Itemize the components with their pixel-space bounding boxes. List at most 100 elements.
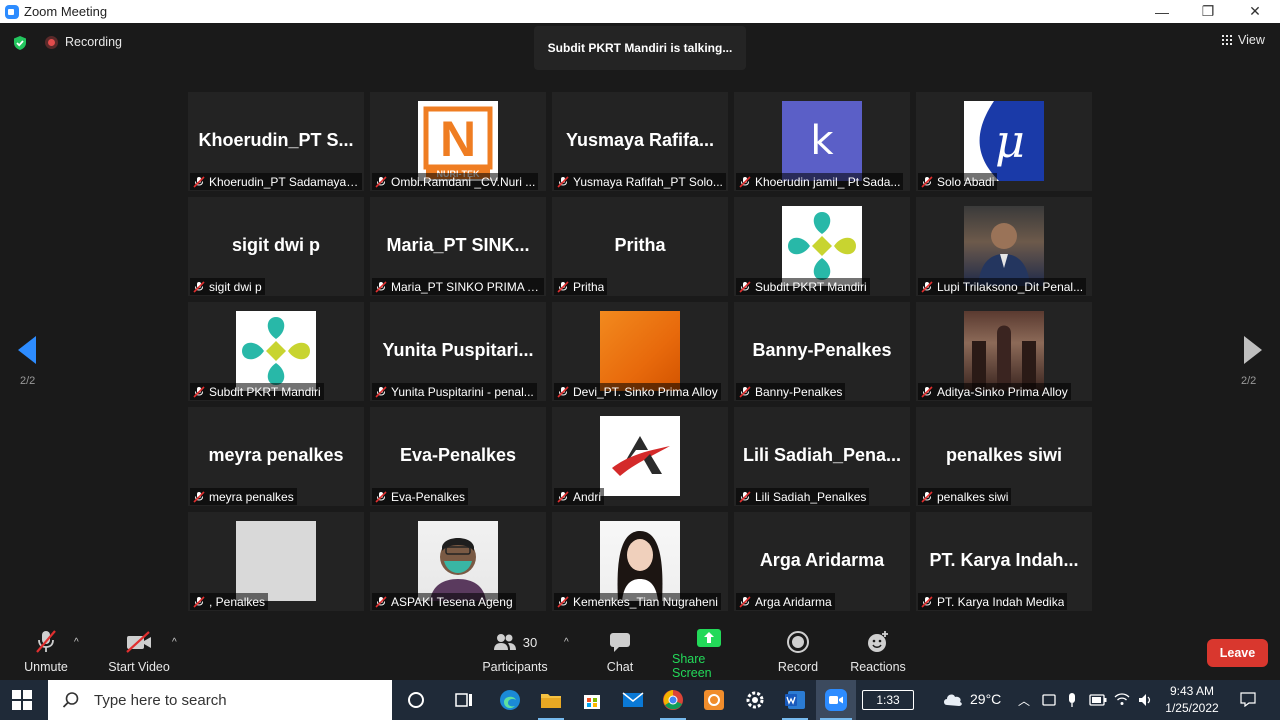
close-button[interactable]: ✕ xyxy=(1232,0,1278,23)
restore-button[interactable]: ❐ xyxy=(1185,0,1231,23)
chat-button[interactable]: Chat xyxy=(600,627,640,680)
chrome-icon[interactable] xyxy=(661,688,685,712)
volume-icon[interactable] xyxy=(1137,692,1153,708)
presentation-app-icon[interactable] xyxy=(702,688,726,712)
audio-options-caret-icon[interactable]: ^ xyxy=(74,637,79,648)
participant-tile[interactable]: Andri xyxy=(552,407,728,506)
letter-avatar: k xyxy=(782,101,862,181)
task-view-icon[interactable] xyxy=(452,688,476,712)
system-clock[interactable]: 9:43 AM 1/25/2022 xyxy=(1160,683,1224,717)
participant-tile[interactable]: Arga Aridarma Arga Aridarma xyxy=(734,512,910,611)
participant-tile[interactable]: Eva-Penalkes Eva-Penalkes xyxy=(370,407,546,506)
participant-tile[interactable]: Aditya-Sinko Prima Alloy xyxy=(916,302,1092,401)
participant-tile[interactable]: Subdit PKRT Mandiri xyxy=(188,302,364,401)
cortana-icon[interactable] xyxy=(404,688,428,712)
participant-tile[interactable]: Pritha Pritha xyxy=(552,197,728,296)
wifi-icon[interactable] xyxy=(1114,692,1130,706)
participant-tile[interactable]: Khoerudin_PT S... Khoerudin_PT Sadamaya .… xyxy=(188,92,364,191)
zoom-app-icon xyxy=(5,4,19,19)
avatar-logo-letter: N xyxy=(440,111,476,167)
security-shield-icon[interactable] xyxy=(12,35,28,51)
reactions-button[interactable]: Reactions xyxy=(848,627,908,680)
muted-mic-icon xyxy=(739,175,751,188)
participant-tile[interactable]: k Khoerudin jamil_ Pt Sada... xyxy=(734,92,910,191)
reactions-label: Reactions xyxy=(850,660,906,674)
share-screen-button[interactable]: Share Screen xyxy=(672,627,746,680)
system-time: 9:43 AM xyxy=(1169,684,1215,698)
search-placeholder: Type here to search xyxy=(94,691,227,709)
record-button[interactable]: Record xyxy=(776,627,820,680)
kemenkes-logo-avatar xyxy=(236,311,316,391)
participant-tile[interactable]: Devi_PT. Sinko Prima Alloy xyxy=(552,302,728,401)
minimize-button[interactable]: — xyxy=(1139,0,1185,23)
participants-options-caret-icon[interactable]: ^ xyxy=(564,637,569,648)
muted-mic-icon xyxy=(557,490,569,503)
building-photo-avatar xyxy=(964,311,1044,391)
participant-tile[interactable]: Subdit PKRT Mandiri xyxy=(734,197,910,296)
muted-mic-icon xyxy=(193,280,205,293)
recording-indicator[interactable]: Recording xyxy=(45,35,122,49)
participant-name: Lupi Trilaksono_Dit Penal... xyxy=(937,279,1084,294)
participant-tile[interactable]: ASPAKI Tesena Ageng xyxy=(370,512,546,611)
participant-name: Khoerudin jamil_ Pt Sada... xyxy=(755,174,901,189)
participant-name: Aditya-Sinko Prima Alloy xyxy=(937,384,1068,399)
participant-tile[interactable]: Maria_PT SINK... Maria_PT SINKO PRIMA A..… xyxy=(370,197,546,296)
orange-color-avatar xyxy=(600,311,680,391)
participant-tile[interactable]: μ Solo Abadi xyxy=(916,92,1092,191)
avatar-logo-letter: μ xyxy=(995,114,1025,168)
video-options-caret-icon[interactable]: ^ xyxy=(172,637,177,648)
participant-tile[interactable]: , Penalkes xyxy=(188,512,364,611)
participant-tile[interactable]: Kemenkes_Tian Nugraheni xyxy=(552,512,728,611)
start-video-button[interactable]: Start Video xyxy=(105,627,173,680)
participant-name-label: Banny-Penalkes xyxy=(736,383,846,400)
participant-tile[interactable]: meyra penalkes meyra penalkes xyxy=(188,407,364,506)
weather-widget[interactable]: 29°C xyxy=(942,690,1001,708)
battery-icon[interactable] xyxy=(1089,694,1107,706)
window-title: Zoom Meeting xyxy=(24,4,108,19)
microphone-tray-icon[interactable] xyxy=(1066,692,1078,708)
participant-name: ASPAKI Tesena Ageng xyxy=(391,594,513,609)
mail-icon[interactable] xyxy=(621,688,645,712)
tray-app-icon[interactable] xyxy=(1042,693,1056,707)
recording-dot-icon xyxy=(45,35,58,49)
system-date: 1/25/2022 xyxy=(1165,701,1219,715)
participant-display-name: sigit dwi p xyxy=(232,235,320,255)
next-page-arrow-icon[interactable] xyxy=(1244,336,1262,364)
view-button[interactable]: View xyxy=(1222,33,1265,47)
participant-tile[interactable]: Lupi Trilaksono_Dit Penal... xyxy=(916,197,1092,296)
muted-mic-icon xyxy=(921,595,933,608)
cloud-weather-icon xyxy=(944,694,962,706)
page-indicator-right: 2/2 xyxy=(1241,375,1257,387)
muted-mic-icon xyxy=(193,175,205,188)
participant-tile[interactable]: NNURI-TEKOmbi.Ramdani _CV.Nuri ... xyxy=(370,92,546,191)
edge-browser-icon[interactable] xyxy=(498,688,522,712)
participant-name-label: Pritha xyxy=(554,278,608,295)
taskbar-search-box[interactable]: Type here to search xyxy=(48,680,392,720)
chat-label: Chat xyxy=(606,660,634,674)
windows-taskbar: Type here to search 1:33 29°C ︿ 9:43 AM … xyxy=(0,680,1280,720)
windows-start-icon[interactable] xyxy=(12,690,32,710)
zoom-taskbar-button[interactable] xyxy=(816,680,856,720)
previous-page-arrow-icon[interactable] xyxy=(18,336,36,364)
participants-count: 30 xyxy=(522,634,538,650)
timer-app-button[interactable]: 1:33 xyxy=(862,690,914,710)
participant-photo xyxy=(418,521,498,601)
leave-button[interactable]: Leave xyxy=(1207,639,1268,667)
unmute-button[interactable]: Unmute xyxy=(22,627,70,680)
participant-tile[interactable]: sigit dwi p sigit dwi p xyxy=(188,197,364,296)
file-explorer-icon[interactable] xyxy=(539,688,563,712)
settings-gear-icon[interactable] xyxy=(743,688,767,712)
participants-button[interactable]: 30 Participants xyxy=(480,627,550,680)
start-video-label: Start Video xyxy=(108,660,170,674)
word-icon[interactable] xyxy=(783,688,807,712)
microsoft-store-icon[interactable] xyxy=(580,688,604,712)
tray-overflow-chevron-icon[interactable]: ︿ xyxy=(1018,692,1030,709)
participant-tile[interactable]: penalkes siwi penalkes siwi xyxy=(916,407,1092,506)
zoom-taskbar-icon xyxy=(825,689,847,711)
notifications-icon[interactable] xyxy=(1240,691,1256,707)
participant-tile[interactable]: Yusmaya Rafifa... Yusmaya Rafifah_PT Solo… xyxy=(552,92,728,191)
participant-tile[interactable]: Lili Sadiah_Pena... Lili Sadiah_Penalkes xyxy=(734,407,910,506)
participant-tile[interactable]: Banny-Penalkes Banny-Penalkes xyxy=(734,302,910,401)
participant-tile[interactable]: Yunita Puspitari... Yunita Puspitarini - … xyxy=(370,302,546,401)
participant-tile[interactable]: PT. Karya Indah... PT. Karya Indah Medika xyxy=(916,512,1092,611)
